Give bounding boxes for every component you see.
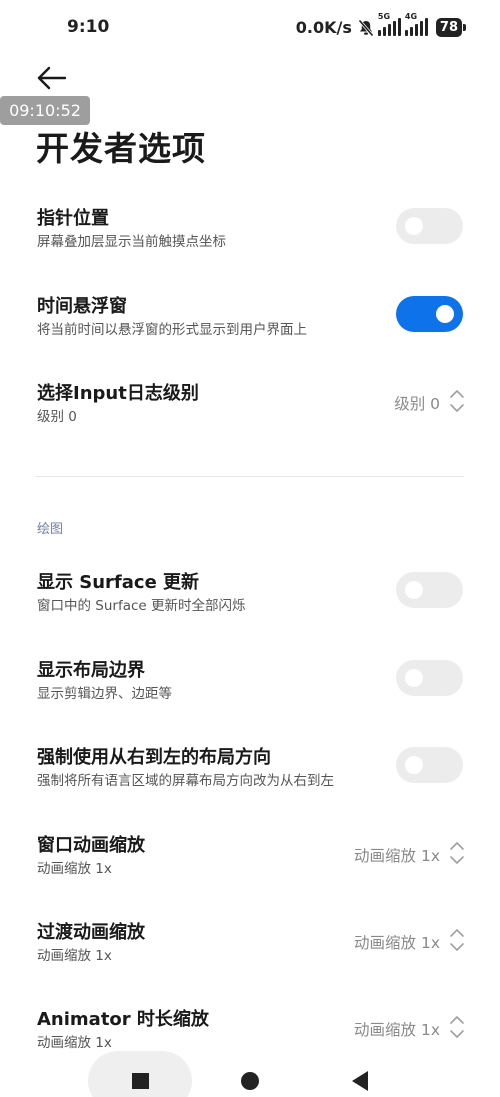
chevron-up-down-icon xyxy=(450,842,464,864)
chevron-up-down-icon xyxy=(450,390,464,412)
setting-subtitle: 动画缩放 1x xyxy=(37,948,112,964)
setting-subtitle: 屏幕叠加层显示当前触摸点坐标 xyxy=(37,234,226,250)
pointer-location-toggle[interactable] xyxy=(396,208,463,244)
setting-value: 动画缩放 1x xyxy=(354,934,440,952)
setting-title: 显示 Surface 更新 xyxy=(37,572,200,593)
setting-show-layout-bounds[interactable]: 显示布局边界 显示剪辑边界、边距等 xyxy=(0,656,500,716)
recents-button[interactable] xyxy=(132,1073,149,1089)
sim1-label: 5G xyxy=(377,12,391,21)
setting-title: 窗口动画缩放 xyxy=(37,835,145,856)
setting-title: 强制使用从右到左的布局方向 xyxy=(37,747,271,768)
status-icons: 0.0K/s 5G 4G 78 xyxy=(295,12,467,38)
setting-value: 级别 0 xyxy=(394,395,440,413)
show-surface-updates-toggle[interactable] xyxy=(396,572,463,608)
setting-title: 显示布局边界 xyxy=(37,660,145,681)
home-button[interactable] xyxy=(241,1072,259,1090)
navigation-bar xyxy=(0,1048,500,1097)
setting-subtitle: 将当前时间以悬浮窗的形式显示到用户界面上 xyxy=(37,322,307,338)
show-layout-bounds-toggle[interactable] xyxy=(396,660,463,696)
setting-title: Animator 时长缩放 xyxy=(37,1009,209,1030)
setting-value: 动画缩放 1x xyxy=(354,1021,440,1039)
battery-icon: 78 xyxy=(435,17,467,37)
chevron-up-down-icon xyxy=(450,929,464,951)
setting-pointer-location[interactable]: 指针位置 屏幕叠加层显示当前触摸点坐标 xyxy=(0,204,500,264)
setting-subtitle: 显示剪辑边界、边距等 xyxy=(37,686,172,702)
section-divider xyxy=(36,476,464,477)
setting-force-rtl-layout[interactable]: 强制使用从右到左的布局方向 强制将所有语言区域的屏幕布局方向改为从右到左 xyxy=(0,743,500,803)
setting-value: 动画缩放 1x xyxy=(354,847,440,865)
arrow-left-icon xyxy=(37,66,67,90)
setting-input-log-level[interactable]: 选择Input日志级别 级别 0 级别 0 xyxy=(0,379,500,439)
setting-transition-animation-scale[interactable]: 过渡动画缩放 动画缩放 1x 动画缩放 1x xyxy=(0,918,500,978)
signal-5g-icon: 5G xyxy=(377,12,401,36)
setting-title: 选择Input日志级别 xyxy=(37,383,199,404)
back-nav-button[interactable] xyxy=(350,1070,370,1092)
setting-show-surface-updates[interactable]: 显示 Surface 更新 窗口中的 Surface 更新时全部闪烁 xyxy=(0,568,500,628)
setting-window-animation-scale[interactable]: 窗口动画缩放 动画缩放 1x 动画缩放 1x xyxy=(0,831,500,891)
setting-subtitle: 强制将所有语言区域的屏幕布局方向改为从右到左 xyxy=(37,773,334,789)
chevron-up-down-icon xyxy=(450,1016,464,1038)
force-rtl-layout-toggle[interactable] xyxy=(396,747,463,783)
setting-subtitle: 级别 0 xyxy=(37,409,77,425)
time-floating-window[interactable]: 09:10:52 xyxy=(0,96,90,125)
setting-time-floating-window[interactable]: 时间悬浮窗 将当前时间以悬浮窗的形式显示到用户界面上 xyxy=(0,292,500,352)
status-time: 9:10 xyxy=(67,17,110,37)
section-label-drawing: 绘图 xyxy=(37,522,64,537)
back-button[interactable] xyxy=(36,64,68,92)
status-bar: 9:10 0.0K/s 5G 4G 78 xyxy=(0,0,500,56)
setting-subtitle: 动画缩放 1x xyxy=(37,861,112,877)
sim2-label: 4G xyxy=(404,12,418,21)
setting-title: 时间悬浮窗 xyxy=(37,296,127,317)
signal-4g-icon: 4G xyxy=(404,12,428,36)
network-speed: 0.0K/s xyxy=(295,17,352,37)
setting-subtitle: 窗口中的 Surface 更新时全部闪烁 xyxy=(37,598,246,614)
time-floating-window-toggle[interactable] xyxy=(396,296,463,332)
setting-title: 过渡动画缩放 xyxy=(37,922,145,943)
setting-animator-duration-scale[interactable]: Animator 时长缩放 动画缩放 1x 动画缩放 1x xyxy=(0,1005,500,1053)
page-title: 开发者选项 xyxy=(36,129,206,168)
setting-title: 指针位置 xyxy=(37,208,109,229)
mute-icon xyxy=(358,17,374,37)
